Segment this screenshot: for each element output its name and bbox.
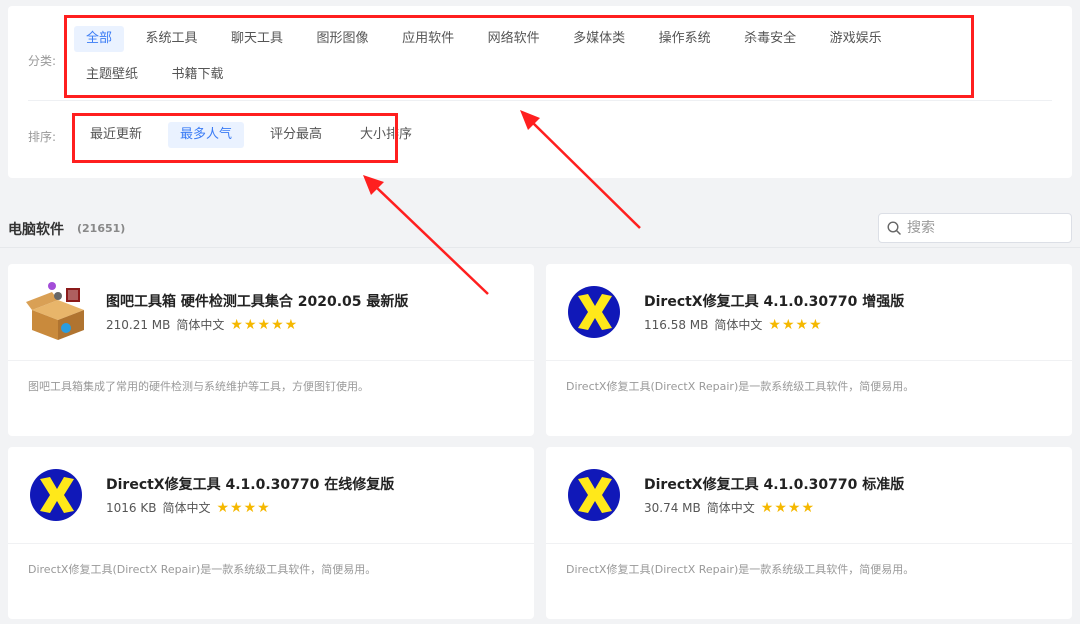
star-icon: ★	[230, 499, 243, 516]
directx-icon	[30, 469, 82, 521]
category-antivirus[interactable]: 杀毒安全	[732, 26, 808, 52]
section-count: (21651)	[77, 222, 126, 235]
category-os[interactable]: 操作系统	[647, 26, 723, 52]
star-icon: ★	[257, 499, 270, 516]
software-title[interactable]: DirectX修复工具 4.1.0.30770 标准版	[644, 474, 904, 494]
toolbox-icon	[26, 282, 84, 340]
star-icon: ★	[809, 316, 822, 333]
software-description: DirectX修复工具(DirectX Repair)是一款系统级工具软件，简便…	[28, 563, 377, 576]
category-books[interactable]: 书籍下载	[160, 62, 236, 88]
star-icon: ★	[284, 316, 298, 333]
star-icon: ★	[795, 316, 809, 333]
software-meta: 210.21 MB 简体中文 ★ ★ ★ ★ ★	[106, 316, 298, 333]
rating-stars: ★ ★ ★ ★	[768, 318, 822, 332]
file-size: 116.58 MB	[644, 317, 709, 332]
language: 简体中文	[706, 501, 755, 515]
sort-label: 排序:	[28, 130, 57, 144]
category-themes[interactable]: 主题壁纸	[74, 62, 150, 88]
star-icon: ★	[781, 316, 795, 333]
file-size: 1016 KB	[106, 500, 157, 515]
section-title: 电脑软件	[8, 222, 64, 238]
software-meta: 1016 KB 简体中文 ★ ★ ★ ★	[106, 499, 271, 516]
directx-icon	[568, 286, 620, 338]
search-box[interactable]	[878, 213, 1072, 243]
star-icon: ★	[760, 499, 774, 516]
search-input[interactable]	[907, 220, 1057, 236]
category-multimedia[interactable]: 多媒体类	[561, 26, 637, 52]
star-icon: ★	[243, 316, 257, 333]
software-title[interactable]: 图吧工具箱 硬件检测工具集合 2020.05 最新版	[106, 291, 408, 311]
category-all[interactable]: 全部	[74, 26, 125, 52]
category-graphics[interactable]: 图形图像	[305, 26, 381, 52]
software-meta: 116.58 MB 简体中文 ★ ★ ★ ★	[644, 316, 823, 333]
sort-list: 最近更新 最多人气 评分最高 大小排序	[78, 122, 438, 148]
language: 简体中文	[162, 501, 211, 515]
software-description: DirectX修复工具(DirectX Repair)是一款系统级工具软件，简便…	[566, 563, 915, 576]
search-icon	[887, 221, 901, 235]
star-icon: ★	[801, 499, 815, 516]
filter-divider	[28, 100, 1052, 101]
category-chat-tools[interactable]: 聊天工具	[219, 26, 295, 52]
star-icon: ★	[774, 499, 787, 516]
software-title[interactable]: DirectX修复工具 4.1.0.30770 在线修复版	[106, 474, 394, 494]
filter-panel: 分类: 全部 系统工具 聊天工具 图形图像 应用软件 网络软件 多媒体类 操作系…	[8, 6, 1072, 178]
language: 简体中文	[714, 318, 763, 332]
category-network[interactable]: 网络软件	[476, 26, 552, 52]
category-applications[interactable]: 应用软件	[390, 26, 466, 52]
language: 简体中文	[176, 318, 225, 332]
directx-icon	[568, 469, 620, 521]
star-icon: ★	[257, 316, 271, 333]
rating-stars: ★ ★ ★ ★ ★	[230, 318, 298, 332]
software-meta: 30.74 MB 简体中文 ★ ★ ★ ★	[644, 499, 815, 516]
category-label: 分类:	[28, 54, 57, 68]
star-icon: ★	[768, 316, 781, 333]
software-card[interactable]: DirectX修复工具 4.1.0.30770 在线修复版 1016 KB 简体…	[8, 447, 534, 619]
rating-stars: ★ ★ ★ ★	[761, 501, 815, 515]
section-divider	[0, 247, 1080, 248]
sort-popular[interactable]: 最多人气	[168, 122, 245, 148]
software-card[interactable]: 图吧工具箱 硬件检测工具集合 2020.05 最新版 210.21 MB 简体中…	[8, 264, 534, 436]
software-title[interactable]: DirectX修复工具 4.1.0.30770 增强版	[644, 291, 904, 311]
sort-size[interactable]: 大小排序	[348, 122, 424, 148]
software-description: DirectX修复工具(DirectX Repair)是一款系统级工具软件，简便…	[566, 380, 915, 393]
category-list: 全部 系统工具 聊天工具 图形图像 应用软件 网络软件 多媒体类 操作系统 杀毒…	[74, 26, 974, 88]
sort-rating[interactable]: 评分最高	[258, 122, 334, 148]
file-size: 210.21 MB	[106, 317, 171, 332]
star-icon: ★	[271, 316, 284, 333]
software-description: 图吧工具箱集成了常用的硬件检测与系统维护等工具，方便图钉使用。	[28, 380, 369, 393]
category-games[interactable]: 游戏娱乐	[818, 26, 894, 52]
star-icon: ★	[787, 499, 801, 516]
software-card[interactable]: DirectX修复工具 4.1.0.30770 增强版 116.58 MB 简体…	[546, 264, 1072, 436]
sort-recent[interactable]: 最近更新	[78, 122, 154, 148]
file-size: 30.74 MB	[644, 500, 701, 515]
star-icon: ★	[216, 499, 230, 516]
category-system-tools[interactable]: 系统工具	[134, 26, 210, 52]
rating-stars: ★ ★ ★ ★	[216, 501, 270, 515]
star-icon: ★	[230, 316, 243, 333]
star-icon: ★	[243, 499, 257, 516]
software-card[interactable]: DirectX修复工具 4.1.0.30770 标准版 30.74 MB 简体中…	[546, 447, 1072, 619]
